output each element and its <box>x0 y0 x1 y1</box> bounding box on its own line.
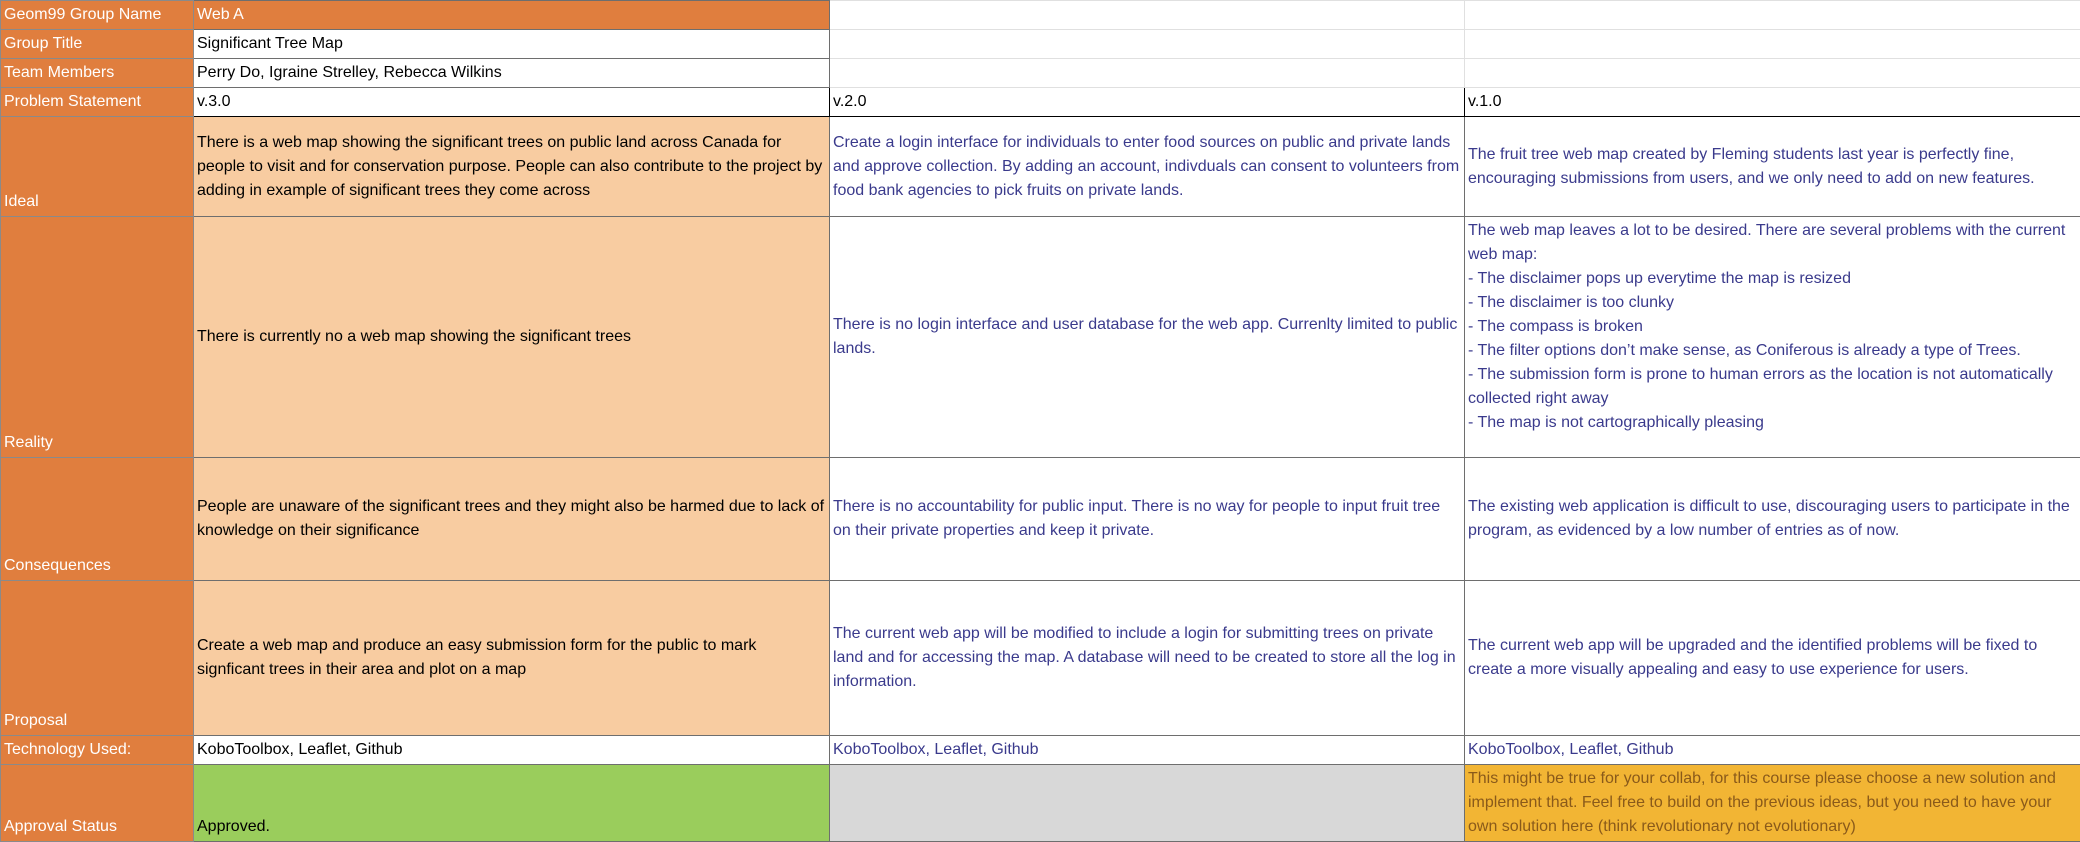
cell-consequences-v1[interactable]: The existing web application is difficul… <box>1465 458 2080 581</box>
label-problem-statement[interactable]: Problem Statement <box>1 88 194 117</box>
cell-proposal-v2[interactable]: The current web app will be modified to … <box>830 581 1465 736</box>
cell-reality-v2[interactable]: There is no login interface and user dat… <box>830 217 1465 458</box>
cell-approval-v1[interactable]: This might be true for your collab, for … <box>1465 765 2080 842</box>
row-reality: Reality There is currently no a web map … <box>1 217 2080 458</box>
cell-technology-v3[interactable]: KoboToolbox, Leaflet, Github <box>194 736 830 765</box>
cell-reality-v1[interactable]: The web map leaves a lot to be desired. … <box>1465 217 2080 458</box>
cell-empty[interactable] <box>830 59 1465 88</box>
cell-ideal-v1[interactable]: The fruit tree web map created by Flemin… <box>1465 117 2080 217</box>
cell-technology-v2[interactable]: KoboToolbox, Leaflet, Github <box>830 736 1465 765</box>
label-technology[interactable]: Technology Used: <box>1 736 194 765</box>
cell-empty[interactable] <box>1465 59 2080 88</box>
row-proposal: Proposal Create a web map and produce an… <box>1 581 2080 736</box>
cell-empty[interactable] <box>1465 30 2080 59</box>
label-approval[interactable]: Approval Status <box>1 765 194 842</box>
cell-empty[interactable] <box>830 30 1465 59</box>
cell-approval-v2[interactable] <box>830 765 1465 842</box>
cell-group-name-v3[interactable]: Web A <box>194 1 830 30</box>
spreadsheet: Geom99 Group Name Web A Group Title Sign… <box>0 0 2080 842</box>
label-proposal[interactable]: Proposal <box>1 581 194 736</box>
label-consequences[interactable]: Consequences <box>1 458 194 581</box>
cell-consequences-v3[interactable]: People are unaware of the significant tr… <box>194 458 830 581</box>
row-technology: Technology Used: KoboToolbox, Leaflet, G… <box>1 736 2080 765</box>
cell-version-v2[interactable]: v.2.0 <box>830 88 1465 117</box>
cell-team-members-v3[interactable]: Perry Do, Igraine Strelley, Rebecca Wilk… <box>194 59 830 88</box>
row-ideal: Ideal There is a web map showing the sig… <box>1 117 2080 217</box>
label-group-name[interactable]: Geom99 Group Name <box>1 1 194 30</box>
row-approval: Approval Status Approved. This might be … <box>1 765 2080 842</box>
label-group-title[interactable]: Group Title <box>1 30 194 59</box>
cell-proposal-v3[interactable]: Create a web map and produce an easy sub… <box>194 581 830 736</box>
row-consequences: Consequences People are unaware of the s… <box>1 458 2080 581</box>
cell-technology-v1[interactable]: KoboToolbox, Leaflet, Github <box>1465 736 2080 765</box>
cell-ideal-v2[interactable]: Create a login interface for individuals… <box>830 117 1465 217</box>
row-team-members: Team Members Perry Do, Igraine Strelley,… <box>1 59 2080 88</box>
cell-consequences-v2[interactable]: There is no accountability for public in… <box>830 458 1465 581</box>
cell-proposal-v1[interactable]: The current web app will be upgraded and… <box>1465 581 2080 736</box>
cell-reality-v3[interactable]: There is currently no a web map showing … <box>194 217 830 458</box>
row-group-name: Geom99 Group Name Web A <box>1 1 2080 30</box>
row-group-title: Group Title Significant Tree Map <box>1 30 2080 59</box>
cell-empty[interactable] <box>830 1 1465 30</box>
cell-version-v1[interactable]: v.1.0 <box>1465 88 2080 117</box>
label-team-members[interactable]: Team Members <box>1 59 194 88</box>
row-problem-statement: Problem Statement v.3.0 v.2.0 v.1.0 <box>1 88 2080 117</box>
cell-approval-v3[interactable]: Approved. <box>194 765 830 842</box>
cell-empty[interactable] <box>1465 1 2080 30</box>
label-ideal[interactable]: Ideal <box>1 117 194 217</box>
cell-group-title-v3[interactable]: Significant Tree Map <box>194 30 830 59</box>
label-reality[interactable]: Reality <box>1 217 194 458</box>
cell-ideal-v3[interactable]: There is a web map showing the significa… <box>194 117 830 217</box>
cell-version-v3[interactable]: v.3.0 <box>194 88 830 117</box>
